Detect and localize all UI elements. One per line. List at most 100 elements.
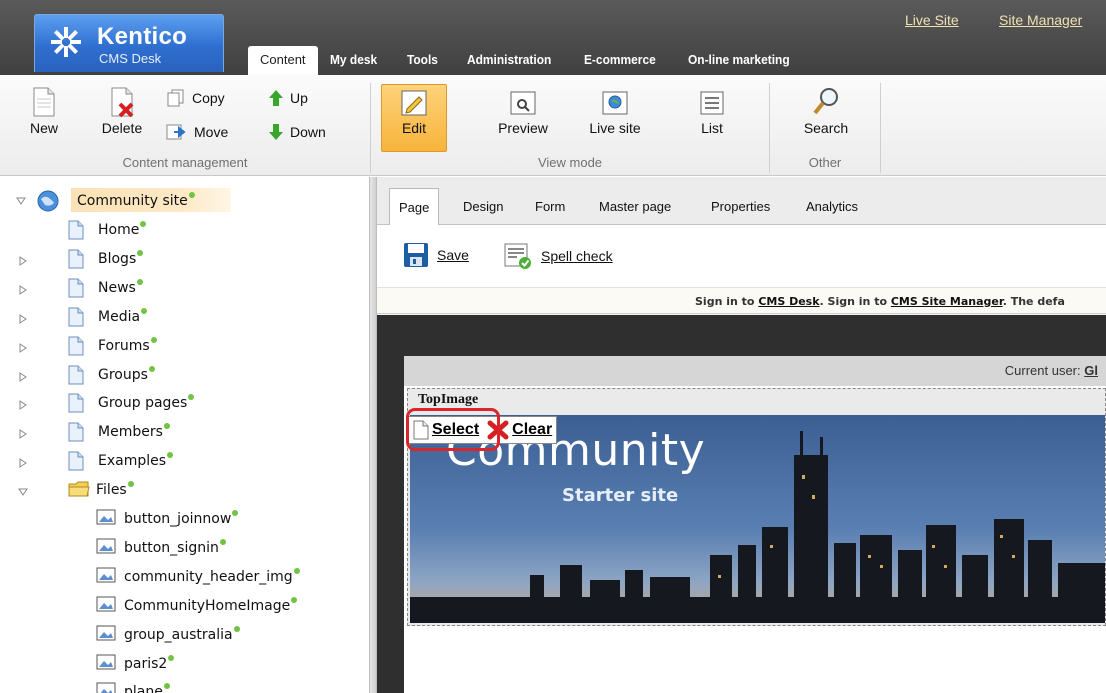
tree-item-paris2[interactable]: paris2 (124, 653, 175, 675)
tab-content[interactable]: Content (248, 46, 318, 75)
ribbon-toolbar: New Delete Copy Move Up Down Content man… (0, 75, 1106, 176)
clear-label: Clear (512, 421, 553, 438)
document-icon (68, 393, 84, 417)
preview-label: Preview (498, 120, 548, 136)
expand-arrow-icon[interactable] (18, 457, 28, 469)
tree-item-blogs[interactable]: Blogs (98, 248, 144, 270)
live-site-button[interactable]: Live site (578, 89, 652, 136)
image-file-icon (96, 509, 116, 529)
down-button[interactable]: Down (268, 123, 326, 141)
live-site-label: Live site (589, 120, 641, 136)
move-label: Move (194, 124, 229, 140)
copy-button[interactable]: Copy (166, 89, 225, 107)
expand-arrow-icon[interactable] (18, 428, 28, 440)
tree-item-group-pages[interactable]: Group pages (98, 392, 195, 414)
logo-subtitle: CMS Desk (99, 51, 162, 66)
save-button[interactable]: Save (403, 242, 469, 268)
copy-label: Copy (192, 90, 225, 106)
save-label: Save (437, 247, 469, 263)
spell-check-label: Spell check (541, 248, 613, 264)
copy-icon (167, 89, 184, 107)
document-icon (68, 220, 84, 244)
tree-item-news[interactable]: News (98, 277, 143, 299)
spell-check-icon (504, 243, 531, 269)
collapse-arrow-icon[interactable] (16, 196, 26, 206)
image-file-icon (96, 682, 116, 693)
tree-item-forums[interactable]: Forums (98, 335, 157, 357)
expand-arrow-icon[interactable] (18, 399, 28, 411)
up-button[interactable]: Up (268, 89, 308, 107)
delete-button[interactable]: Delete (96, 87, 148, 136)
tree-item-group-australia[interactable]: group_australia (124, 624, 240, 646)
panel-splitter[interactable] (369, 177, 377, 693)
tree-item-label: News (98, 279, 136, 296)
collapse-arrow-icon[interactable] (18, 486, 28, 496)
tab-my-desk[interactable]: My desk (318, 46, 389, 75)
content-management-group-label: Content management (122, 155, 248, 170)
current-user-bar: Current user: Gl (404, 356, 1106, 386)
tab-master-page[interactable]: Master page (590, 188, 680, 225)
image-file-icon (96, 567, 116, 587)
expand-arrow-icon[interactable] (18, 255, 28, 266)
globe-window-icon (602, 91, 628, 115)
tree-item-files[interactable]: Files (96, 479, 134, 501)
live-site-link[interactable]: Live Site (905, 12, 959, 28)
new-button[interactable]: New (22, 87, 66, 136)
tree-item-plane[interactable]: plane (124, 681, 170, 693)
tab-properties[interactable]: Properties (702, 188, 779, 225)
tree-item-button-joinnow[interactable]: button_joinnow (124, 508, 239, 530)
tab-page[interactable]: Page (389, 188, 440, 226)
tree-item-members[interactable]: Members (98, 421, 170, 443)
tree-item-label: Home (98, 222, 140, 238)
tab-administration[interactable]: Administration (455, 46, 563, 75)
published-status-dot (188, 394, 195, 401)
tree-item-home[interactable]: Home (98, 219, 147, 241)
search-button[interactable]: Search (794, 85, 858, 136)
tree-item-groups[interactable]: Groups (98, 364, 155, 386)
tree-item-label: Files (96, 482, 127, 499)
cms-site-manager-link[interactable]: CMS Site Manager (891, 295, 1003, 308)
published-status-dot (127, 481, 134, 488)
site-manager-link[interactable]: Site Manager (999, 12, 1082, 28)
edit-button[interactable]: Edit (381, 89, 447, 136)
tree-item-label: button_joinnow (124, 511, 232, 527)
list-icon (700, 91, 724, 115)
published-status-dot (136, 278, 143, 285)
published-status-dot (163, 683, 170, 690)
tree-item-label: Community site (77, 193, 188, 209)
current-user-link[interactable]: Gl (1084, 363, 1098, 378)
expand-arrow-icon[interactable] (18, 284, 28, 295)
tree-item-communityhomeimage[interactable]: CommunityHomeImage (124, 595, 298, 617)
current-user-text: Current user: Gl (1005, 363, 1098, 378)
tree-item-button-signin[interactable]: button_signin (124, 537, 226, 559)
select-highlight-ring (406, 408, 500, 451)
expand-arrow-icon[interactable] (18, 371, 28, 382)
published-status-dot (188, 192, 195, 198)
tree-item-media[interactable]: Media (98, 306, 148, 328)
image-file-icon (96, 596, 116, 616)
spell-check-button[interactable]: Spell check (503, 242, 613, 270)
tab-analytics[interactable]: Analytics (797, 188, 867, 225)
tab-tools[interactable]: Tools (395, 46, 450, 75)
tree-item-label: CommunityHomeImage (124, 597, 291, 614)
published-status-dot (150, 336, 157, 343)
move-button[interactable]: Move (166, 123, 228, 141)
cms-desk-link[interactable]: CMS Desk (758, 295, 819, 308)
tab-e-commerce[interactable]: E-commerce (572, 46, 668, 75)
expand-arrow-icon[interactable] (18, 342, 28, 353)
tab-design[interactable]: Design (454, 188, 512, 225)
page-tabs: Page Design Form Master page Properties … (377, 177, 1106, 226)
tab-form[interactable]: Form (526, 188, 574, 225)
folder-icon (68, 480, 90, 502)
tree-item-root[interactable]: Community site (77, 190, 195, 212)
tab-on-line-marketing[interactable]: On-line marketing (676, 46, 802, 75)
kentico-logo[interactable]: Kentico CMS Desk (34, 14, 224, 72)
tree-item-examples[interactable]: Examples (98, 450, 174, 472)
list-button[interactable]: List (692, 89, 732, 136)
preview-button[interactable]: Preview (488, 89, 558, 136)
document-icon (68, 365, 84, 389)
zone-title: TopImage (418, 392, 479, 407)
expand-arrow-icon[interactable] (18, 313, 28, 324)
tree-item-label: Groups (98, 366, 148, 383)
tree-item-community-header-img[interactable]: community_header_img (124, 566, 300, 588)
